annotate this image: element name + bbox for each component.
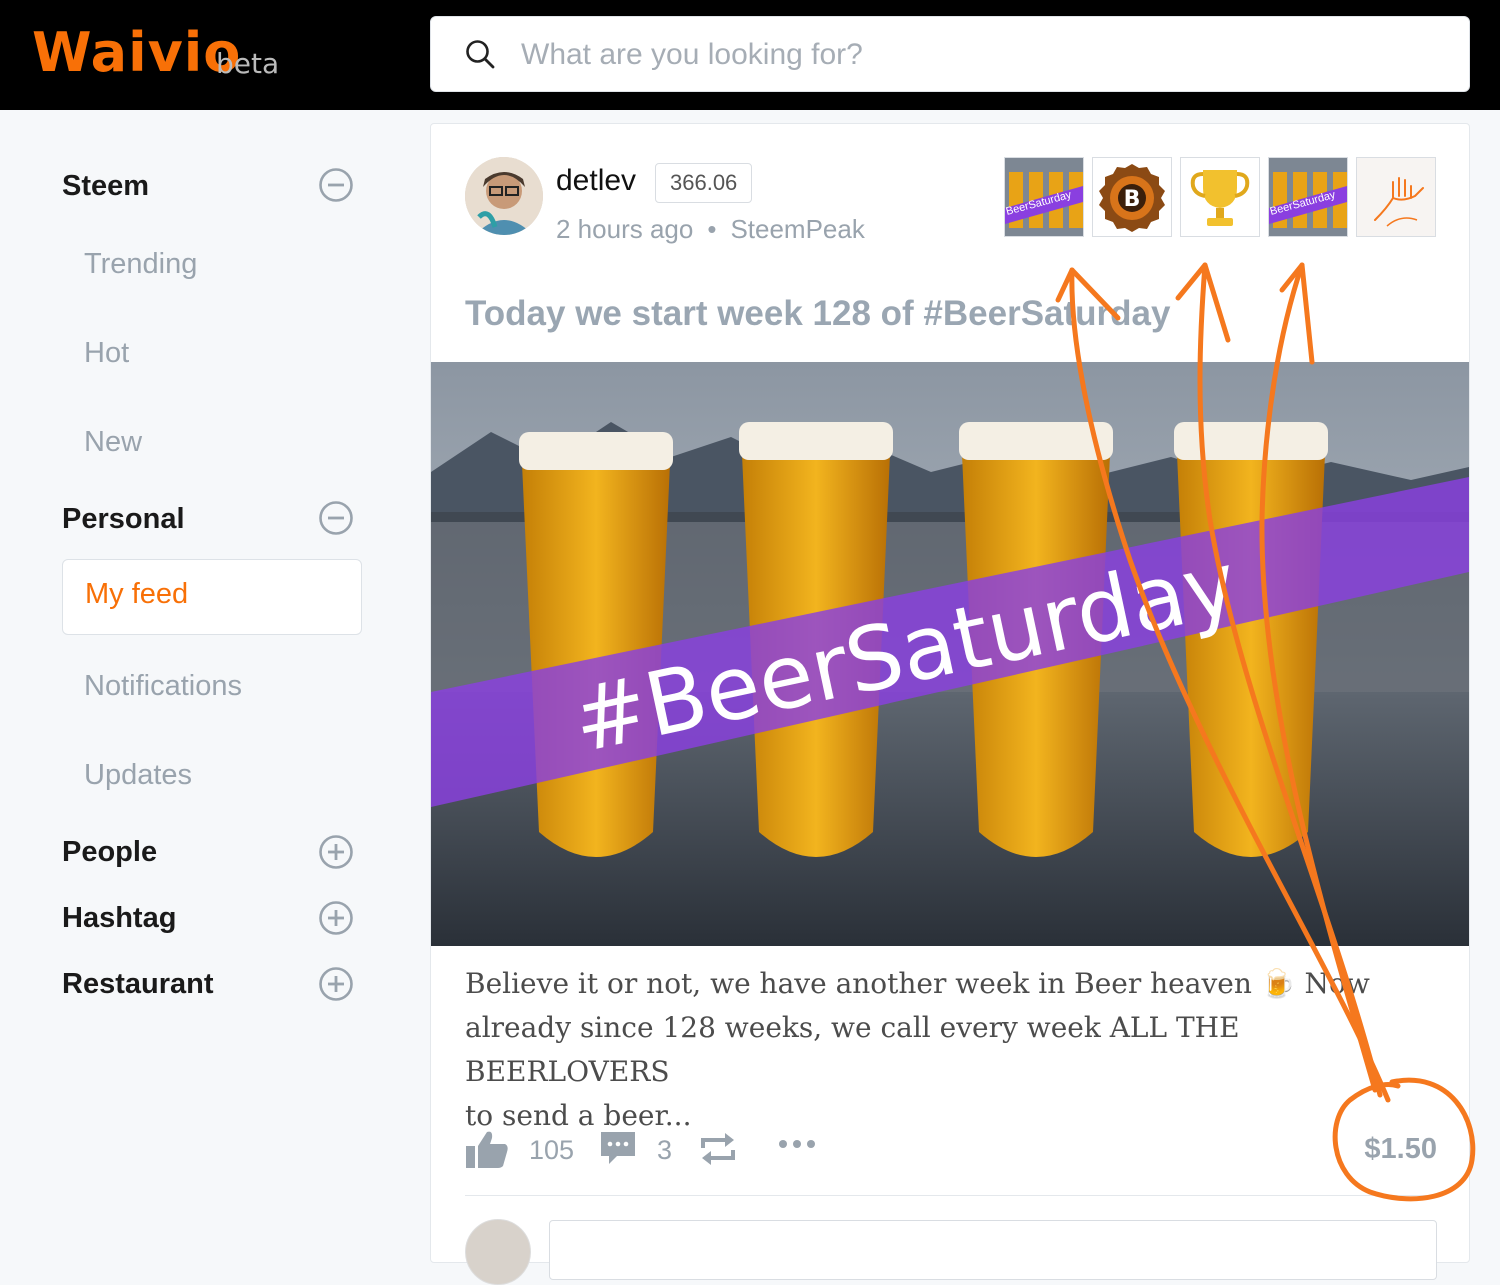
excerpt-line: already since 128 weeks, we call every w…	[465, 1011, 1240, 1088]
top-bar: Waivio beta	[0, 0, 1500, 110]
beersaturday-badge[interactable]: BeerSaturday	[1268, 157, 1348, 237]
sidebar-item-notifications[interactable]: Notifications	[84, 670, 242, 703]
separator-dot: •	[707, 214, 717, 244]
section-title-restaurant[interactable]: Restaurant	[62, 968, 214, 1001]
excerpt-line: Believe it or not, we have another week …	[465, 967, 1370, 1000]
sidebar: Steem Trending Hot New Personal My feed …	[0, 110, 400, 1240]
comment-count: 3	[657, 1135, 673, 1165]
post-card: detlev 366.06 2 hours ago • SteemPeak Beer…	[430, 123, 1470, 1285]
plus-circle-icon[interactable]	[318, 900, 354, 936]
avatar	[465, 1219, 531, 1285]
minus-circle-icon[interactable]	[318, 500, 354, 536]
section-title-personal[interactable]: Personal	[62, 503, 185, 536]
divider	[465, 1195, 1437, 1196]
post-title[interactable]: Today we start week 128 of #BeerSaturday	[465, 294, 1171, 334]
comment-icon[interactable]	[599, 1130, 637, 1166]
post-app[interactable]: SteemPeak	[730, 214, 864, 244]
post-image[interactable]: #BeerSaturday	[431, 362, 1469, 946]
section-title-steem[interactable]: Steem	[62, 170, 149, 203]
trophy-badge[interactable]	[1180, 157, 1260, 237]
search-input[interactable]	[519, 17, 1423, 93]
payout-amount[interactable]: $1.50	[1364, 1133, 1437, 1166]
post-meta: 2 hours ago • SteemPeak	[556, 214, 865, 245]
search-box[interactable]	[430, 16, 1470, 93]
author-name[interactable]: detlev	[556, 164, 636, 198]
beer-glass	[519, 432, 673, 857]
section-title-people[interactable]: People	[62, 836, 157, 869]
hand-badge[interactable]	[1356, 157, 1436, 237]
sidebar-item-hot[interactable]: Hot	[84, 337, 129, 370]
reputation-badge: 366.06	[655, 163, 753, 203]
b-coin-badge[interactable]: B	[1092, 157, 1172, 237]
logo[interactable]: Waivio	[32, 22, 241, 84]
sidebar-item-updates[interactable]: Updates	[84, 759, 192, 792]
plus-circle-icon[interactable]	[318, 966, 354, 1002]
sidebar-item-new[interactable]: New	[84, 426, 142, 459]
post-actions: 105 3 $1.50	[465, 1124, 1437, 1174]
minus-circle-icon[interactable]	[318, 167, 354, 203]
search-icon	[466, 40, 495, 69]
post-time: 2 hours ago	[556, 214, 694, 244]
reblog-icon[interactable]	[699, 1130, 737, 1168]
more-options-icon[interactable]	[777, 1138, 817, 1150]
like-count: 105	[529, 1135, 575, 1165]
section-title-hashtag[interactable]: Hashtag	[62, 902, 176, 935]
svg-text:B: B	[1124, 187, 1141, 212]
like-icon[interactable]	[465, 1130, 509, 1170]
sidebar-item-label: My feed	[85, 578, 189, 610]
plus-circle-icon[interactable]	[318, 834, 354, 870]
beersaturday-badge[interactable]: BeerSaturday	[1004, 157, 1084, 237]
post-excerpt[interactable]: Believe it or not, we have another week …	[465, 962, 1445, 1138]
sidebar-item-my-feed[interactable]: My feed	[62, 559, 362, 635]
avatar[interactable]	[465, 157, 543, 235]
comment-input[interactable]	[549, 1220, 1437, 1280]
sidebar-item-trending[interactable]: Trending	[84, 248, 197, 281]
logo-beta-label: beta	[216, 47, 280, 80]
